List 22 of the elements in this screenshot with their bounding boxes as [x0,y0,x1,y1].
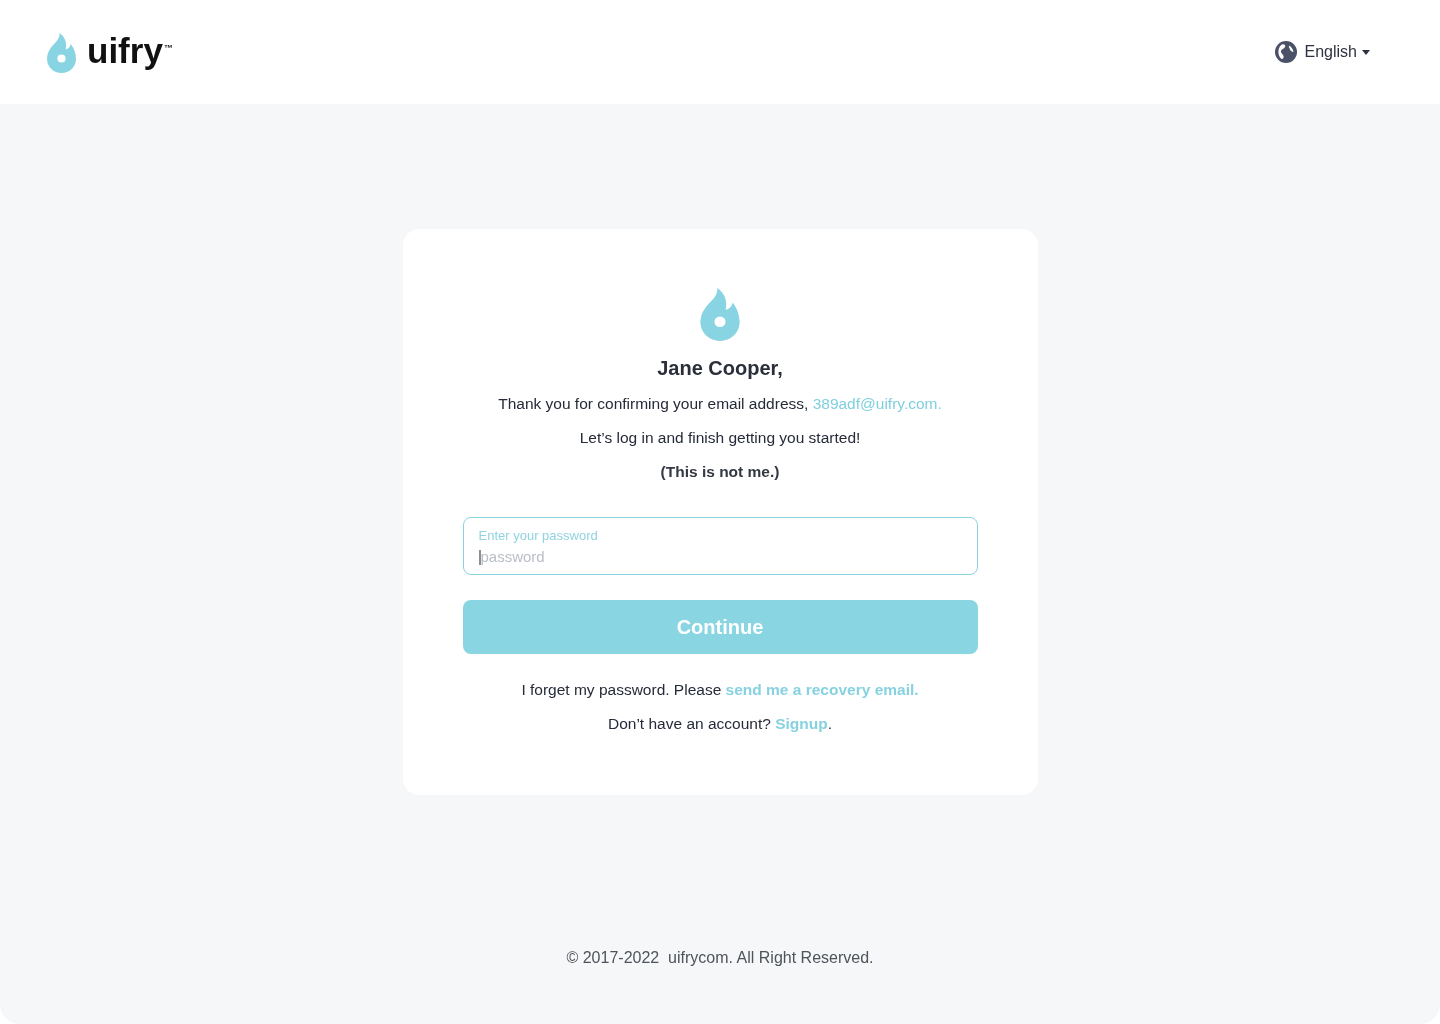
signup-text: Don’t have an account? Signup. [608,714,832,734]
trademark-symbol: ™ [163,43,173,53]
logo-wordmark: uifry [87,31,163,71]
not-me-link[interactable]: (This is not me.) [660,460,780,484]
signup-link[interactable]: Signup [775,715,828,732]
email-link[interactable]: 389adf@uifry.com. [812,395,942,412]
recovery-email-link[interactable]: send me a recovery email. [725,681,919,698]
text-cursor-icon [478,549,481,565]
confirmation-text: Thank you for confirming your email address, 389adf@uifry.com. [498,394,942,414]
copyright-text: © 2017-2022 uifrycom. All Right Reserved. [566,948,874,968]
field-label: Enter your password [478,527,599,544]
welcome-message: Let’s log in and finish getting you started! [579,428,861,448]
recovery-text: I forget my password. Please send me a recovery email. [521,680,919,700]
flame-logo-icon [46,33,77,73]
continue-button[interactable]: Continue [462,600,978,654]
globe-icon [1274,41,1297,63]
greeting-heading: Jane Cooper, [657,356,783,381]
flame-icon [699,288,741,341]
password-input[interactable]: password [480,547,962,567]
caret-icon [1362,49,1370,55]
language-selector[interactable]: English [1274,41,1370,63]
password-field[interactable]: Enter your password password [462,517,978,575]
